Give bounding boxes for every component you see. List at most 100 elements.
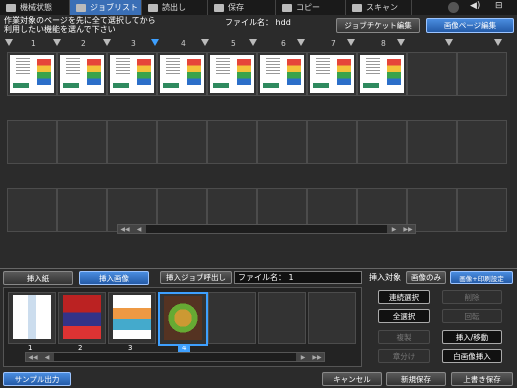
file-name-display: ファイル名： hdd (225, 18, 291, 27)
insert-slot[interactable] (258, 292, 306, 344)
page-slot[interactable] (307, 52, 357, 96)
page-slot[interactable] (407, 120, 457, 164)
insert-slot[interactable] (58, 292, 106, 344)
page-slot[interactable] (357, 120, 407, 164)
tab-save[interactable]: 保存 (208, 0, 276, 15)
insert-scrollbar[interactable]: ◀◀ ◀ ▶ ▶▶ (25, 352, 325, 362)
delete-button[interactable]: 削除 (442, 290, 502, 304)
page-slot[interactable] (57, 120, 107, 164)
page-slot[interactable] (307, 120, 357, 164)
page-number-label: 1 (31, 39, 36, 48)
page-thumbnail[interactable] (10, 55, 54, 93)
page-slot[interactable] (7, 120, 57, 164)
page-slot[interactable] (457, 188, 507, 232)
insert-scroll-last-icon[interactable]: ▶▶ (310, 353, 324, 361)
page-slot[interactable] (7, 188, 57, 232)
page-marker-icon[interactable] (249, 39, 257, 46)
page-thumbnail[interactable] (160, 55, 204, 93)
tab-scan[interactable]: スキャン (346, 0, 412, 15)
page-slot[interactable] (357, 52, 407, 96)
page-thumbnail[interactable] (310, 55, 354, 93)
page-marker-icon[interactable] (297, 39, 305, 46)
select-all-button[interactable]: 全選択 (378, 309, 430, 323)
page-marker-icon[interactable] (445, 39, 453, 46)
image-page-edit-button[interactable]: 画像ページ編集 (426, 18, 514, 33)
scroll-right-icon[interactable]: ▶ (387, 225, 401, 233)
page-slot[interactable] (457, 120, 507, 164)
page-number-label: 4 (181, 39, 186, 48)
image-only-option[interactable]: 画像のみ (406, 271, 446, 284)
page-slot[interactable] (57, 188, 107, 232)
page-marker-icon[interactable] (53, 39, 61, 46)
page-slot[interactable] (7, 52, 57, 96)
insert-slot[interactable] (308, 292, 356, 344)
page-slot[interactable] (407, 52, 457, 96)
insert-slot[interactable] (108, 292, 156, 344)
speaker-icon[interactable]: ◀) (470, 1, 490, 14)
page-slot[interactable] (207, 120, 257, 164)
page-slot[interactable] (157, 52, 207, 96)
insert-job-call-button[interactable]: 挿入ジョブ呼出し (160, 271, 232, 284)
page-slot[interactable] (157, 120, 207, 164)
insert-image-number: 1 (28, 344, 33, 352)
insert-image-thumbnail[interactable] (13, 295, 51, 339)
scroll-left-icon[interactable]: ◀ (132, 225, 146, 233)
tab-machine-status[interactable]: 機械状態 (0, 0, 70, 15)
insert-scroll-left-icon[interactable]: ◀ (40, 353, 54, 361)
page-number-label: 3 (131, 39, 136, 48)
page-thumbnail[interactable] (60, 55, 104, 93)
page-marker-icon[interactable] (494, 39, 502, 46)
tab-read[interactable]: 読出し (142, 0, 208, 15)
new-save-button[interactable]: 新規保存 (386, 372, 446, 386)
continuous-select-button[interactable]: 連続選択 (378, 290, 430, 304)
image-and-settings-option[interactable]: 画像+印刷設定 (450, 271, 513, 284)
page-slot[interactable] (457, 52, 507, 96)
job-ticket-edit-button[interactable]: ジョブチケット編集 (336, 18, 420, 33)
duplicate-button[interactable]: 複製 (378, 330, 430, 344)
page-thumbnail[interactable] (260, 55, 304, 93)
page-marker-icon[interactable] (397, 39, 405, 46)
divider (0, 268, 517, 269)
page-scrollbar[interactable]: ◀◀ ◀ ▶ ▶▶ (117, 224, 416, 234)
scroll-first-icon[interactable]: ◀◀ (118, 225, 132, 233)
tab-copy[interactable]: コピー (276, 0, 346, 15)
tab-job-list[interactable]: ジョブリスト (70, 0, 142, 15)
insert-file-name-field: ファイル名： 1 (234, 271, 362, 284)
page-thumbnail[interactable] (360, 55, 404, 93)
page-marker-icon[interactable] (5, 39, 13, 46)
insert-scroll-right-icon[interactable]: ▶ (296, 353, 310, 361)
page-thumbnail[interactable] (210, 55, 254, 93)
overwrite-save-button[interactable]: 上書き保存 (451, 372, 513, 386)
sample-output-button[interactable]: サンプル出力 (3, 372, 71, 386)
insert-move-button[interactable]: 挿入/移動 (442, 330, 502, 344)
page-number-label: 8 (381, 39, 386, 48)
page-marker-icon[interactable] (201, 39, 209, 46)
insert-image-thumbnail[interactable] (164, 296, 202, 340)
page-slot[interactable] (207, 52, 257, 96)
insert-image-thumbnail[interactable] (63, 295, 101, 339)
page-slot[interactable] (107, 120, 157, 164)
scroll-last-icon[interactable]: ▶▶ (401, 225, 415, 233)
cancel-button[interactable]: キャンセル (322, 372, 382, 386)
insert-paper-tab[interactable]: 挿入紙 (3, 271, 73, 285)
chapter-button[interactable]: 章分け (378, 349, 430, 363)
rotate-button[interactable]: 回転 (442, 309, 502, 323)
insert-scroll-first-icon[interactable]: ◀◀ (26, 353, 40, 361)
insert-slot[interactable] (8, 292, 56, 344)
insert-image-tab[interactable]: 挿入画像 (79, 271, 149, 285)
blank-image-insert-button[interactable]: 白画像挿入 (442, 349, 502, 363)
insert-slot[interactable] (208, 292, 256, 344)
page-marker-icon[interactable] (347, 39, 355, 46)
page-thumbnail[interactable] (110, 55, 154, 93)
insert-image-thumbnail[interactable] (113, 295, 151, 339)
page-slot[interactable] (107, 52, 157, 96)
page-marker-icon[interactable] (103, 39, 111, 46)
insert-slot[interactable] (158, 292, 208, 346)
page-slot[interactable] (257, 120, 307, 164)
page-number-label: 6 (281, 39, 286, 48)
help-icon[interactable]: ⊟ (495, 1, 515, 14)
scan-icon (352, 3, 362, 12)
page-slot[interactable] (57, 52, 107, 96)
page-slot[interactable] (257, 52, 307, 96)
page-marker-icon[interactable] (151, 39, 159, 46)
